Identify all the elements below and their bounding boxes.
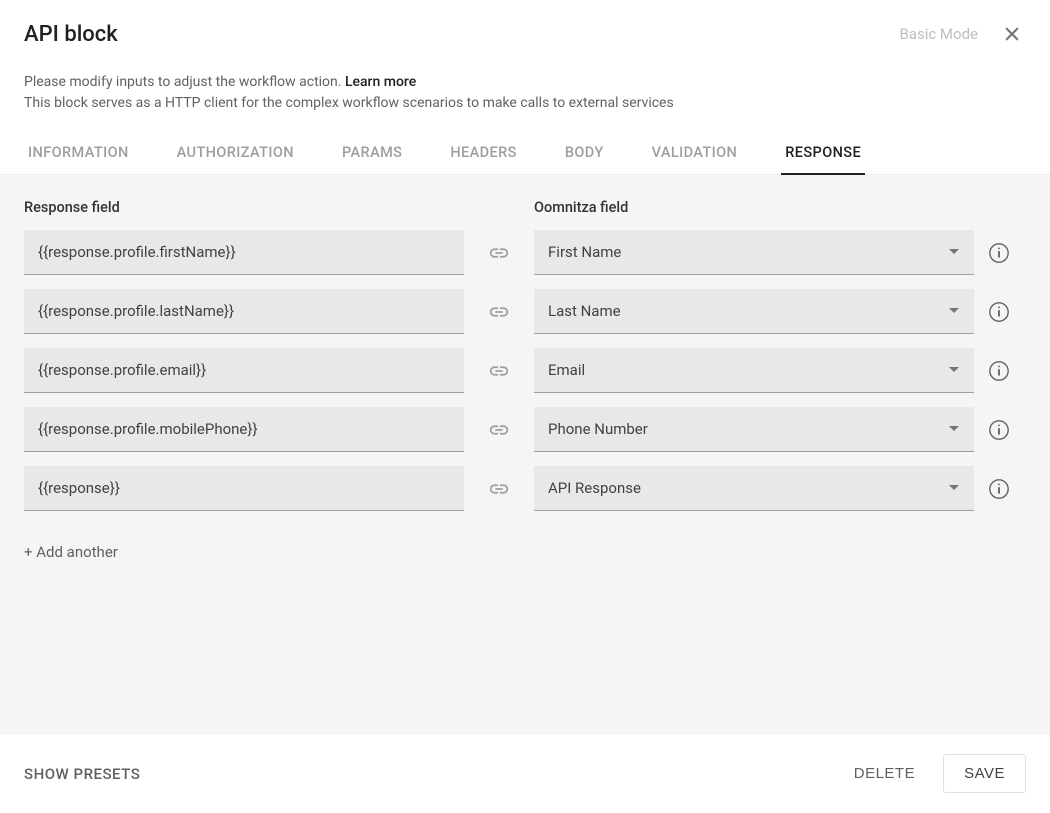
chevron-down-icon (948, 302, 960, 320)
column-header-response: Response field (24, 199, 464, 216)
info-icon[interactable] (974, 478, 1024, 500)
select-value: Last Name (548, 302, 621, 320)
tab-authorization[interactable]: AUTHORIZATION (173, 134, 298, 175)
chevron-down-icon (948, 243, 960, 261)
tab-params[interactable]: PARAMS (338, 134, 406, 175)
save-button[interactable]: SAVE (943, 754, 1026, 793)
chevron-down-icon (948, 361, 960, 379)
tab-headers[interactable]: HEADERS (446, 134, 520, 175)
select-value: First Name (548, 243, 621, 261)
response-field-input[interactable] (24, 348, 464, 393)
tab-information[interactable]: INFORMATION (24, 134, 133, 175)
response-content: Response field Oomnitza field First Name… (0, 175, 1050, 733)
info-icon[interactable] (974, 301, 1024, 323)
tab-response[interactable]: RESPONSE (781, 134, 865, 175)
response-field-input[interactable] (24, 230, 464, 275)
mapping-row: First Name (24, 230, 1026, 275)
column-header-oomnitza: Oomnitza field (534, 199, 974, 216)
select-value: Email (548, 361, 585, 379)
mapping-row: Email (24, 348, 1026, 393)
oomnitza-field-select[interactable]: Phone Number (534, 407, 974, 452)
basic-mode-toggle[interactable]: Basic Mode (899, 25, 978, 43)
close-icon (1002, 24, 1022, 44)
mapping-row: Phone Number (24, 407, 1026, 452)
mapping-row: API Response (24, 466, 1026, 511)
response-field-input[interactable] (24, 289, 464, 334)
oomnitza-field-select[interactable]: First Name (534, 230, 974, 275)
delete-button[interactable]: DELETE (854, 765, 915, 782)
tab-validation[interactable]: VALIDATION (648, 134, 742, 175)
tab-body[interactable]: BODY (561, 134, 608, 175)
show-presets-button[interactable]: SHOW PRESETS (24, 765, 140, 783)
info-icon[interactable] (974, 360, 1024, 382)
info-icon[interactable] (974, 419, 1024, 441)
description-line2: This block serves as a HTTP client for t… (24, 95, 674, 111)
link-icon (464, 301, 534, 323)
oomnitza-field-select[interactable]: Last Name (534, 289, 974, 334)
mapping-row: Last Name (24, 289, 1026, 334)
oomnitza-field-select[interactable]: API Response (534, 466, 974, 511)
description: Please modify inputs to adjust the workf… (24, 72, 1026, 114)
oomnitza-field-select[interactable]: Email (534, 348, 974, 393)
tabs: INFORMATION AUTHORIZATION PARAMS HEADERS BOD… (0, 134, 1050, 175)
page-title: API block (24, 22, 118, 47)
chevron-down-icon (948, 479, 960, 497)
link-icon (464, 242, 534, 264)
link-icon (464, 478, 534, 500)
learn-more-link[interactable]: Learn more (345, 74, 416, 90)
description-prefix: Please modify inputs to adjust the workf… (24, 74, 345, 90)
select-value: API Response (548, 479, 641, 497)
response-field-input[interactable] (24, 407, 464, 452)
select-value: Phone Number (548, 420, 648, 438)
close-button[interactable] (998, 20, 1026, 48)
chevron-down-icon (948, 420, 960, 438)
info-icon[interactable] (974, 242, 1024, 264)
link-icon (464, 360, 534, 382)
add-another-button[interactable]: + Add another (24, 543, 118, 561)
response-field-input[interactable] (24, 466, 464, 511)
link-icon (464, 419, 534, 441)
